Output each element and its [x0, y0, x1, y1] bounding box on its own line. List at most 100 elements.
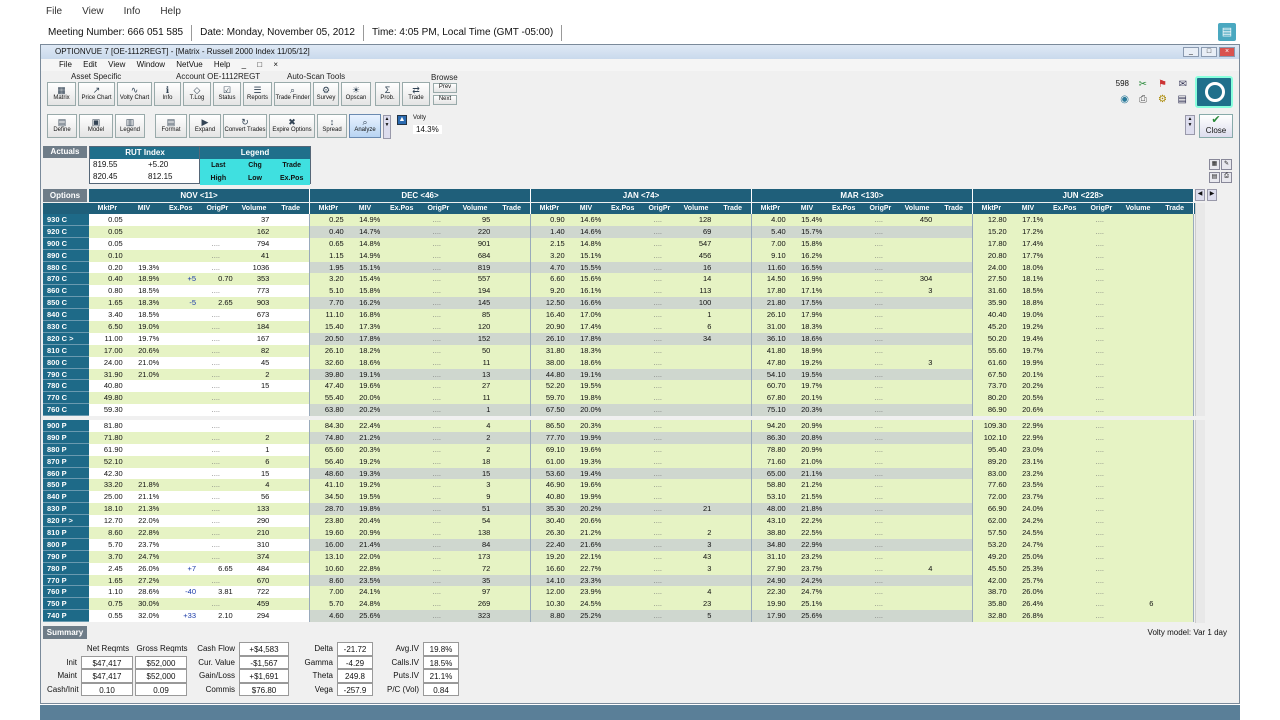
cell-mktpr[interactable]: 40.80 — [89, 380, 126, 392]
cell-expos[interactable] — [162, 392, 199, 404]
cell-trade[interactable] — [935, 432, 972, 444]
cell-trade[interactable] — [1156, 238, 1193, 250]
cell-miv[interactable]: 14.8% — [347, 238, 384, 250]
cell-expos[interactable] — [1046, 392, 1083, 404]
cell-origpr[interactable]: .... — [420, 321, 457, 333]
cell-trade[interactable] — [1156, 273, 1193, 285]
cell-miv[interactable]: 17.1% — [789, 285, 826, 297]
cell-trade[interactable] — [493, 563, 530, 575]
cell-expos[interactable]: +5 — [162, 273, 199, 285]
cell-volume[interactable] — [678, 479, 715, 491]
cell-origpr[interactable]: .... — [420, 503, 457, 515]
cell-trade[interactable] — [272, 491, 309, 503]
cell-origpr[interactable]: .... — [199, 262, 236, 274]
cell-mktpr[interactable]: 47.40 — [310, 380, 347, 392]
cell-trade[interactable] — [935, 586, 972, 598]
cell-mktpr[interactable]: 19.20 — [531, 551, 568, 563]
column-header[interactable]: Trade — [935, 203, 972, 214]
cell-mktpr[interactable]: 15.20 — [973, 226, 1010, 238]
cell-volume[interactable]: 310 — [236, 539, 273, 551]
cell-origpr[interactable] — [199, 226, 236, 238]
cell-miv[interactable]: 22.5% — [789, 527, 826, 539]
cell-expos[interactable] — [604, 369, 641, 381]
cell-trade[interactable] — [272, 250, 309, 262]
cell-origpr[interactable]: .... — [862, 527, 899, 539]
cell-expos[interactable] — [825, 321, 862, 333]
cell-expos[interactable] — [162, 250, 199, 262]
globe-icon[interactable]: ◉ — [1120, 94, 1129, 105]
cell-mktpr[interactable]: 26.10 — [752, 309, 789, 321]
strike-label[interactable]: 770 C — [43, 392, 89, 405]
cell-miv[interactable]: 19.1% — [568, 369, 605, 381]
cell-miv[interactable]: 18.5% — [126, 285, 163, 297]
cell-origpr[interactable]: 0.70 — [199, 273, 236, 285]
minimize-icon[interactable]: _ — [1183, 47, 1199, 57]
gear-icon[interactable]: ⚙ — [1158, 94, 1167, 105]
cell-origpr[interactable]: .... — [1083, 479, 1120, 491]
cell-trade[interactable] — [493, 515, 530, 527]
cell-origpr[interactable]: .... — [1083, 309, 1120, 321]
cell-expos[interactable] — [383, 392, 420, 404]
toolbar-trade-finder-button[interactable]: ⌕ Trade Finder — [274, 82, 311, 106]
cell-miv[interactable]: 20.9% — [347, 527, 384, 539]
cell-origpr[interactable]: .... — [199, 321, 236, 333]
cell-origpr[interactable]: .... — [641, 273, 678, 285]
cell-trade[interactable] — [935, 357, 972, 369]
cell-mktpr[interactable]: 28.70 — [310, 503, 347, 515]
cell-mktpr[interactable]: 69.10 — [531, 444, 568, 456]
strike-label[interactable]: 770 P — [43, 574, 89, 587]
cell-mktpr[interactable]: 102.10 — [973, 432, 1010, 444]
strike-label[interactable]: 840 P — [43, 491, 89, 504]
cell-expos[interactable] — [604, 551, 641, 563]
cell-mktpr[interactable]: 94.20 — [752, 420, 789, 432]
toolbar-define-button[interactable]: ▤ Define — [47, 114, 77, 138]
cell-mktpr[interactable]: 31.10 — [752, 551, 789, 563]
strike-label[interactable]: 760 P — [43, 586, 89, 599]
cell-miv[interactable]: 17.4% — [568, 321, 605, 333]
cell-mktpr[interactable]: 53.20 — [973, 539, 1010, 551]
strike-label[interactable]: 800 C — [43, 356, 89, 369]
cell-volume[interactable]: 4 — [899, 563, 936, 575]
cell-origpr[interactable]: .... — [1083, 575, 1120, 587]
cell-miv[interactable]: 17.2% — [1010, 226, 1047, 238]
cell-mktpr[interactable]: 20.50 — [310, 333, 347, 345]
cell-mktpr[interactable]: 3.20 — [310, 273, 347, 285]
cell-expos[interactable] — [604, 515, 641, 527]
cell-trade[interactable] — [714, 238, 751, 250]
cell-volume[interactable]: 34 — [678, 333, 715, 345]
cell-origpr[interactable]: .... — [1083, 392, 1120, 404]
cell-origpr[interactable]: .... — [420, 309, 457, 321]
cell-miv[interactable]: 21.4% — [347, 539, 384, 551]
cell-volume[interactable]: 162 — [236, 226, 273, 238]
cell-mktpr[interactable]: 30.40 — [531, 515, 568, 527]
cell-mktpr[interactable]: 52.20 — [531, 380, 568, 392]
cell-trade[interactable] — [1156, 527, 1193, 539]
cell-mktpr[interactable]: 13.10 — [310, 551, 347, 563]
cell-mktpr[interactable]: 3.40 — [89, 309, 126, 321]
cell-volume[interactable] — [899, 297, 936, 309]
cell-trade[interactable] — [272, 575, 309, 587]
cell-mktpr[interactable]: 0.40 — [310, 226, 347, 238]
cell-volume[interactable]: 27 — [457, 380, 494, 392]
cell-expos[interactable] — [1046, 214, 1083, 226]
cell-mktpr[interactable]: 78.80 — [752, 444, 789, 456]
cell-mktpr[interactable]: 56.40 — [310, 456, 347, 468]
cell-trade[interactable] — [493, 250, 530, 262]
cell-miv[interactable]: 18.1% — [1010, 273, 1047, 285]
cell-miv[interactable]: 22.9% — [789, 539, 826, 551]
cell-volume[interactable]: 194 — [457, 285, 494, 297]
cell-mktpr[interactable]: 16.60 — [531, 563, 568, 575]
cell-origpr[interactable]: .... — [199, 357, 236, 369]
cell-volume[interactable] — [1120, 586, 1157, 598]
cell-miv[interactable]: 18.3% — [126, 297, 163, 309]
cell-volume[interactable]: 54 — [457, 515, 494, 527]
cell-trade[interactable] — [493, 468, 530, 480]
column-header[interactable]: Ex.Pos — [1046, 203, 1083, 214]
cell-trade[interactable] — [714, 551, 751, 563]
cell-expos[interactable] — [383, 575, 420, 587]
cell-origpr[interactable]: .... — [420, 369, 457, 381]
cell-mktpr[interactable]: 58.80 — [752, 479, 789, 491]
cell-miv[interactable]: 23.7% — [789, 563, 826, 575]
cell-trade[interactable] — [493, 214, 530, 226]
toolbar-info-button[interactable]: ℹ Info — [154, 82, 181, 106]
